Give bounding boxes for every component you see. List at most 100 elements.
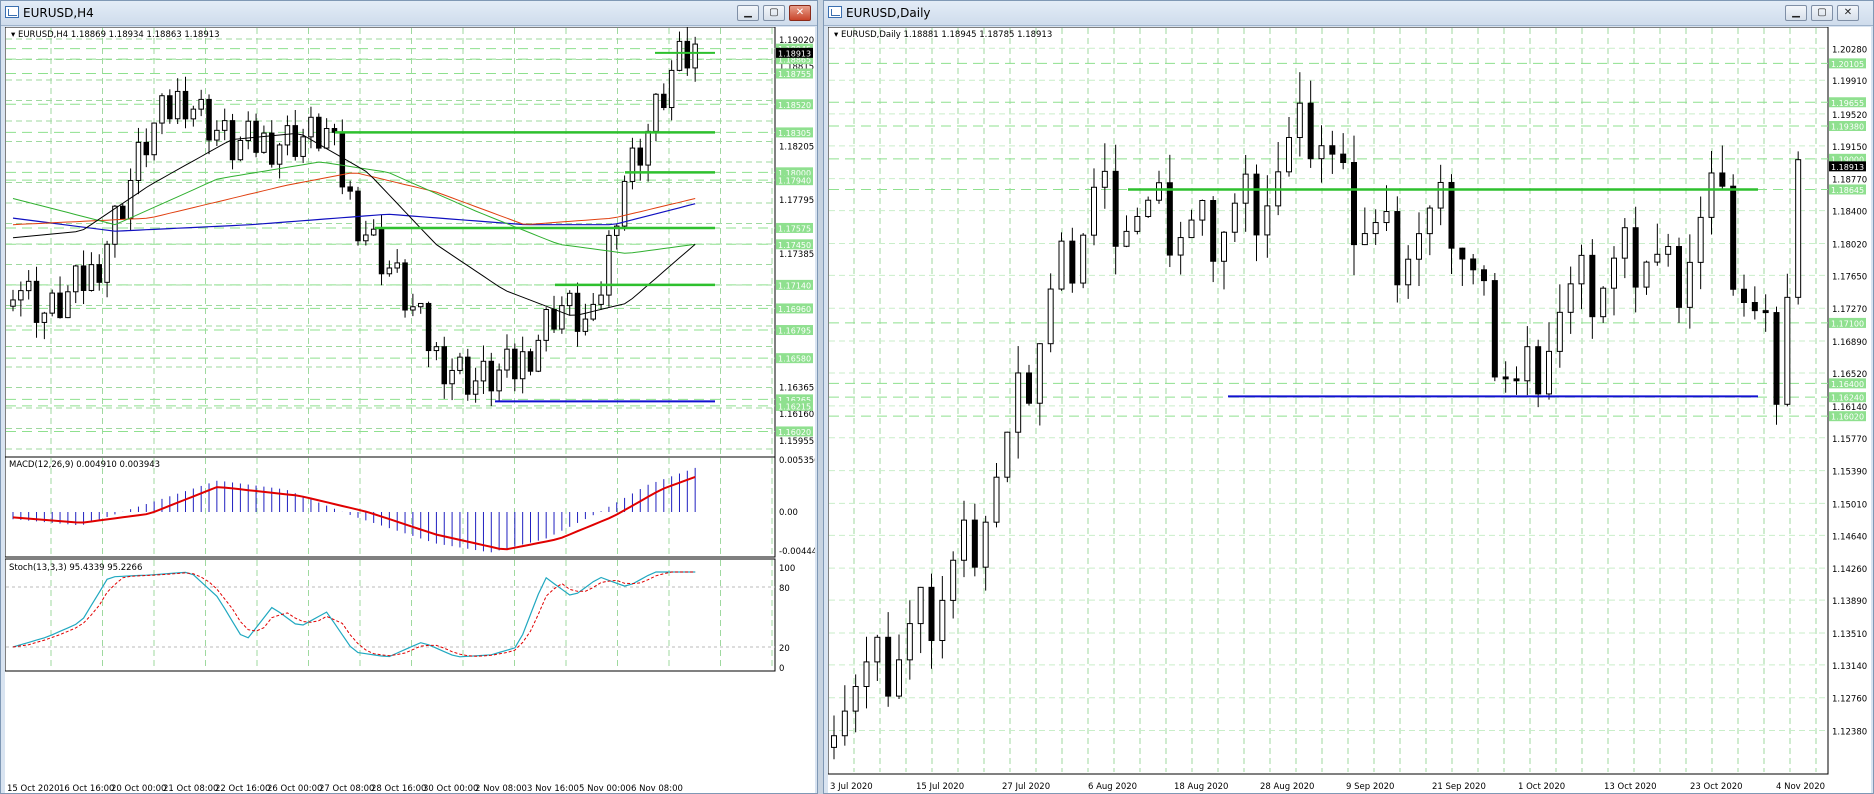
candle-body	[1004, 431, 1011, 478]
time-axis-label: 6 Aug 2020	[1088, 782, 1137, 792]
price-tick-label: 1.17795	[779, 196, 814, 206]
candle-body	[1676, 246, 1682, 308]
chart-window-icon	[5, 6, 19, 18]
level-label: 1.16580	[778, 355, 811, 364]
candle-body	[472, 380, 479, 395]
candle-body	[1091, 186, 1097, 236]
candle-body	[1340, 153, 1347, 164]
candle-body	[480, 360, 487, 382]
candle-body	[386, 267, 393, 275]
candle-body	[433, 346, 440, 352]
candle-body	[831, 735, 837, 748]
candle-body	[1123, 230, 1130, 247]
candle-body	[49, 292, 55, 314]
candle-body	[370, 228, 377, 236]
price-tick-label: 1.18020	[1832, 240, 1867, 250]
candle-body	[1730, 185, 1737, 290]
time-axis-label: 21 Oct 08:00	[163, 784, 218, 793]
candle-body	[692, 43, 698, 69]
price-tick-label: 1.16160	[779, 410, 814, 420]
candle-body	[559, 305, 565, 330]
candle-body	[417, 302, 424, 308]
minimize-button[interactable]: ▁	[1785, 5, 1807, 21]
time-axis-label: 3 Jul 2020	[830, 782, 873, 792]
candle-body	[394, 262, 400, 269]
level-label: 1.17575	[778, 224, 811, 233]
candle-body	[917, 586, 924, 625]
candle-body	[1665, 246, 1672, 255]
close-button[interactable]: ✕	[1837, 5, 1859, 21]
level-label: 1.17140	[778, 281, 811, 290]
level-label: 1.16240	[1831, 394, 1864, 403]
candle-body	[174, 90, 181, 120]
candle-body	[1773, 312, 1780, 405]
candle-body	[1188, 219, 1195, 239]
daily-title-bar[interactable]: EURUSD,Daily ▁ ▢ ✕	[824, 1, 1873, 26]
candle-body	[1145, 199, 1152, 217]
candle-body	[1719, 172, 1726, 187]
candle-body	[982, 521, 989, 568]
stoch-tick-label: 80	[779, 584, 790, 594]
candle-body	[950, 559, 957, 601]
candle-body	[143, 141, 150, 156]
candle-body	[151, 122, 157, 156]
daily-chart-area[interactable]: 1.20280 1.19910 1.19520 1.19150 1.18770 1.184…	[828, 27, 1871, 793]
candle-body	[1307, 102, 1314, 160]
candle-body	[96, 264, 102, 283]
h4-chart-svg[interactable]: 1.190201.188151.182051.177951.173851.163…	[5, 27, 815, 793]
price-tick-label: 1.15955	[779, 437, 814, 447]
time-axis-label: 28 Oct 16:00	[371, 784, 426, 793]
price-tick-label: 1.17270	[1832, 305, 1867, 315]
level-label: 1.19380	[1831, 123, 1864, 132]
candle-body	[1036, 343, 1043, 404]
candle-body	[1015, 372, 1022, 433]
time-axis-label: 30 Oct 00:00	[423, 784, 478, 793]
level-label: 1.16020	[1831, 413, 1864, 422]
candle-body	[1394, 211, 1401, 286]
daily-main-pane	[828, 27, 1829, 775]
current-price-label: 1.18913	[778, 49, 811, 58]
h4-chart-header: ▾ EURUSD,H4 1.18869 1.18934 1.18863 1.18…	[11, 30, 220, 40]
price-tick-label: 1.20280	[1832, 45, 1867, 55]
h4-title-bar[interactable]: EURUSD,H4 ▁ ▢ ✕	[1, 1, 817, 26]
time-axis-label: 9 Sep 2020	[1346, 782, 1394, 792]
candle-body	[1502, 376, 1509, 380]
candle-body	[104, 243, 110, 283]
daily-chart-window[interactable]: EURUSD,Daily ▁ ▢ ✕ 1.20280 1.19910 1.19520…	[823, 0, 1874, 794]
candle-body	[1210, 200, 1217, 262]
minimize-button[interactable]: ▁	[737, 5, 759, 21]
candle-body	[159, 95, 165, 124]
candle-body	[661, 93, 667, 109]
candle-body	[1166, 182, 1173, 256]
h4-chart-window[interactable]: EURUSD,H4 ▁ ▢ ✕ 1.19020 1.18815 1.18205 1.1…	[0, 0, 818, 794]
close-button[interactable]: ✕	[789, 5, 811, 21]
candle-body	[182, 90, 189, 120]
candle-body	[237, 139, 244, 161]
price-tick-label: 1.17650	[1832, 272, 1867, 282]
candle-body	[527, 351, 534, 372]
candle-body	[425, 302, 432, 352]
candle-body	[1437, 181, 1444, 209]
macd-tick-label: 0.00	[779, 508, 798, 518]
time-axis-label: 20 Oct 00:00	[111, 784, 166, 793]
candle-body	[441, 346, 447, 385]
candle-body	[363, 234, 369, 242]
candle-body	[1134, 215, 1141, 232]
macd-tick-label: -0.004448	[779, 547, 815, 557]
level-label: 1.18305	[778, 129, 811, 138]
daily-chart-svg[interactable]: 1.20280 1.19910 1.19520 1.19150 1.18770 1.184…	[828, 27, 1871, 793]
candle-body	[206, 98, 212, 141]
level-label: 1.16020	[778, 428, 811, 437]
candle-body	[1621, 227, 1628, 259]
candle-body	[512, 348, 518, 380]
level-label: 1.16400	[1831, 380, 1864, 389]
maximize-button[interactable]: ▢	[763, 5, 785, 21]
candle-body	[72, 265, 79, 293]
price-tick-label: 1.17385	[779, 250, 814, 260]
candle-body	[1231, 202, 1238, 233]
candle-body	[1383, 211, 1390, 224]
h4-chart-area[interactable]: 1.19020 1.18815 1.18205 1.17795 1.17385 1.163…	[5, 27, 815, 793]
candle-body	[504, 348, 510, 371]
daily-window-title: EURUSD,Daily	[846, 6, 931, 20]
maximize-button[interactable]: ▢	[1811, 5, 1833, 21]
